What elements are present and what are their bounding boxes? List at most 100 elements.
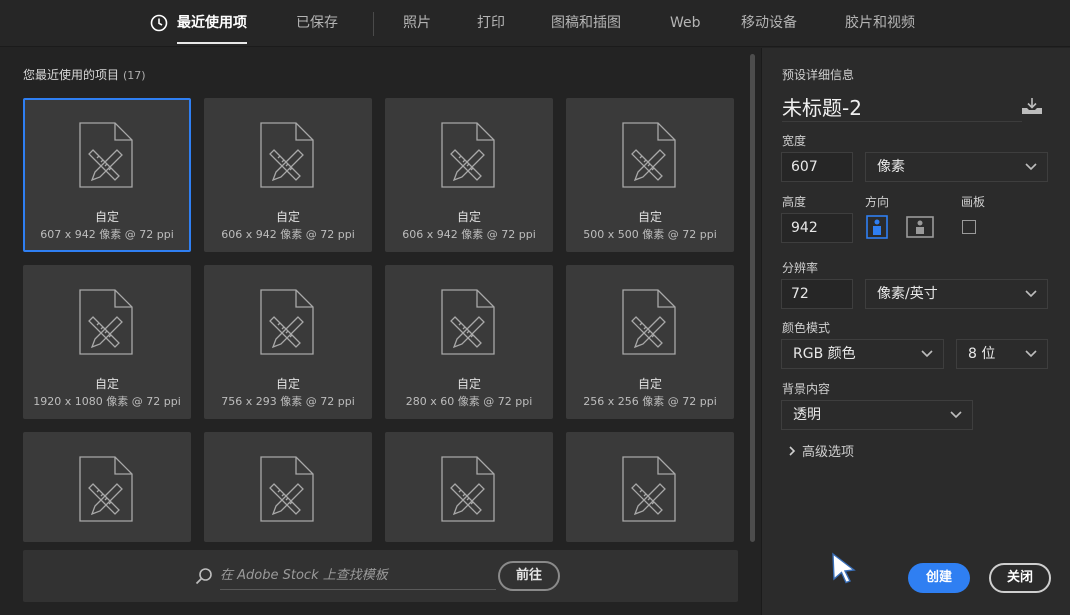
preset-card[interactable]: 自定 1920 x 1080 像素 @ 72 ppi bbox=[23, 265, 191, 419]
preset-card[interactable]: 自定 606 x 942 像素 @ 72 ppi bbox=[385, 98, 553, 252]
save-preset-icon[interactable] bbox=[1020, 96, 1044, 116]
preset-card[interactable]: 自定 756 x 293 像素 @ 72 ppi bbox=[204, 265, 372, 419]
document-icon bbox=[622, 122, 676, 188]
preset-label: 自定 bbox=[456, 210, 481, 224]
height-input[interactable]: 942 bbox=[781, 213, 853, 243]
document-icon bbox=[441, 456, 495, 522]
chevron-down-icon bbox=[950, 411, 962, 419]
tab-saved[interactable]: 已保存 bbox=[296, 0, 338, 47]
background-value: 透明 bbox=[793, 407, 821, 423]
chevron-right-icon bbox=[789, 446, 796, 456]
document-icon bbox=[441, 289, 495, 355]
advanced-options-label: 高级选项 bbox=[802, 445, 855, 460]
preset-details-heading: 预设详细信息 bbox=[782, 68, 855, 82]
portrait-icon[interactable] bbox=[866, 215, 888, 239]
recent-title: 您最近使用的项目 bbox=[23, 68, 120, 82]
background-select[interactable]: 透明 bbox=[781, 400, 973, 430]
color-mode-label: 颜色模式 bbox=[782, 321, 831, 335]
clock-icon bbox=[150, 14, 168, 32]
chevron-down-icon bbox=[1025, 163, 1037, 171]
preset-dimensions: 256 x 256 像素 @ 72 ppi bbox=[583, 395, 717, 408]
preset-label: 自定 bbox=[275, 377, 300, 391]
preset-dimensions: 606 x 942 像素 @ 72 ppi bbox=[221, 228, 355, 241]
preset-dimensions: 606 x 942 像素 @ 72 ppi bbox=[402, 228, 536, 241]
document-icon bbox=[441, 122, 495, 188]
preset-card[interactable] bbox=[566, 432, 734, 542]
color-mode-select[interactable]: RGB 颜色 bbox=[781, 339, 944, 369]
bit-depth-select[interactable]: 8 位 bbox=[956, 339, 1048, 369]
preset-details-panel: 预设详细信息 未标题-2 宽度 607 像素 高度 942 方向 画板 分辨率 … bbox=[761, 48, 1070, 615]
height-label: 高度 bbox=[782, 195, 807, 209]
create-button[interactable]: 创建 bbox=[908, 563, 970, 593]
landscape-icon[interactable] bbox=[906, 216, 934, 238]
artboard-label: 画板 bbox=[961, 195, 986, 209]
document-icon bbox=[622, 456, 676, 522]
preset-card[interactable]: 自定 500 x 500 像素 @ 72 ppi bbox=[566, 98, 734, 252]
color-mode-value: RGB 颜色 bbox=[793, 346, 856, 362]
artboard-checkbox[interactable] bbox=[962, 220, 976, 234]
preset-card[interactable] bbox=[23, 432, 191, 542]
bit-depth-value: 8 位 bbox=[968, 346, 996, 362]
preset-label: 自定 bbox=[637, 210, 662, 224]
scrollbar[interactable] bbox=[750, 54, 755, 542]
preset-label: 自定 bbox=[94, 210, 119, 224]
width-unit-value: 像素 bbox=[877, 159, 905, 175]
go-button[interactable]: 前往 bbox=[498, 561, 560, 591]
preset-dimensions: 1920 x 1080 像素 @ 72 ppi bbox=[33, 395, 181, 408]
preset-card[interactable]: 自定 280 x 60 像素 @ 72 ppi bbox=[385, 265, 553, 419]
recent-documents-area: 您最近使用的项目 (17) 自定 607 x 942 像素 @ 72 ppi 自定… bbox=[0, 48, 760, 615]
width-input[interactable]: 607 bbox=[781, 152, 853, 182]
background-label: 背景内容 bbox=[782, 382, 831, 396]
tab-photo[interactable]: 照片 bbox=[403, 0, 431, 47]
resolution-input[interactable]: 72 bbox=[781, 279, 853, 309]
tab-recent[interactable]: 最近使用项 bbox=[150, 0, 247, 47]
document-icon bbox=[79, 122, 133, 188]
active-tab-indicator bbox=[177, 42, 247, 44]
stock-search-input[interactable] bbox=[220, 562, 496, 590]
preset-card[interactable] bbox=[385, 432, 553, 542]
preset-label: 自定 bbox=[275, 210, 300, 224]
preset-label: 自定 bbox=[94, 377, 119, 391]
preset-label: 自定 bbox=[637, 377, 662, 391]
preset-card[interactable]: 自定 606 x 942 像素 @ 72 ppi bbox=[204, 98, 372, 252]
document-title-input[interactable]: 未标题-2 bbox=[782, 92, 1022, 122]
preset-dimensions: 607 x 942 像素 @ 72 ppi bbox=[40, 228, 174, 241]
width-unit-select[interactable]: 像素 bbox=[865, 152, 1048, 182]
orientation-label: 方向 bbox=[865, 195, 890, 209]
cursor-icon bbox=[832, 552, 856, 584]
chevron-down-icon bbox=[921, 350, 933, 358]
document-icon bbox=[260, 122, 314, 188]
document-icon bbox=[260, 456, 314, 522]
preset-card[interactable]: 自定 256 x 256 像素 @ 72 ppi bbox=[566, 265, 734, 419]
close-button[interactable]: 关闭 bbox=[989, 563, 1051, 593]
document-icon bbox=[79, 289, 133, 355]
document-icon bbox=[260, 289, 314, 355]
search-icon bbox=[195, 568, 212, 585]
preset-dimensions: 500 x 500 像素 @ 72 ppi bbox=[583, 228, 717, 241]
advanced-options-toggle[interactable]: 高级选项 bbox=[788, 441, 854, 460]
tab-mobile[interactable]: 移动设备 bbox=[741, 0, 797, 47]
document-icon bbox=[622, 289, 676, 355]
recent-section-title: 您最近使用的项目 (17) bbox=[23, 66, 146, 83]
stock-search-bar: 前往 bbox=[23, 550, 738, 602]
tab-film-video[interactable]: 胶片和视频 bbox=[845, 0, 915, 47]
chevron-down-icon bbox=[1025, 290, 1037, 298]
nav-divider bbox=[373, 12, 374, 36]
recent-count: (17) bbox=[123, 69, 146, 82]
preset-dimensions: 756 x 293 像素 @ 72 ppi bbox=[221, 395, 355, 408]
tab-print[interactable]: 打印 bbox=[477, 0, 505, 47]
top-nav: 最近使用项 已保存 照片 打印 图稿和插图 Web 移动设备 胶片和视频 bbox=[0, 0, 1070, 47]
tab-recent-label: 最近使用项 bbox=[177, 15, 247, 31]
preset-card[interactable]: 自定 607 x 942 像素 @ 72 ppi bbox=[23, 98, 191, 252]
preset-card[interactable] bbox=[204, 432, 372, 542]
preset-dimensions: 280 x 60 像素 @ 72 ppi bbox=[405, 395, 533, 408]
width-label: 宽度 bbox=[782, 134, 807, 148]
chevron-down-icon bbox=[1025, 350, 1037, 358]
resolution-label: 分辨率 bbox=[782, 261, 819, 275]
tab-web[interactable]: Web bbox=[670, 0, 701, 47]
tab-art-illustration[interactable]: 图稿和插图 bbox=[551, 0, 621, 47]
document-icon bbox=[79, 456, 133, 522]
preset-label: 自定 bbox=[456, 377, 481, 391]
resolution-unit-value: 像素/英寸 bbox=[877, 286, 938, 302]
resolution-unit-select[interactable]: 像素/英寸 bbox=[865, 279, 1048, 309]
